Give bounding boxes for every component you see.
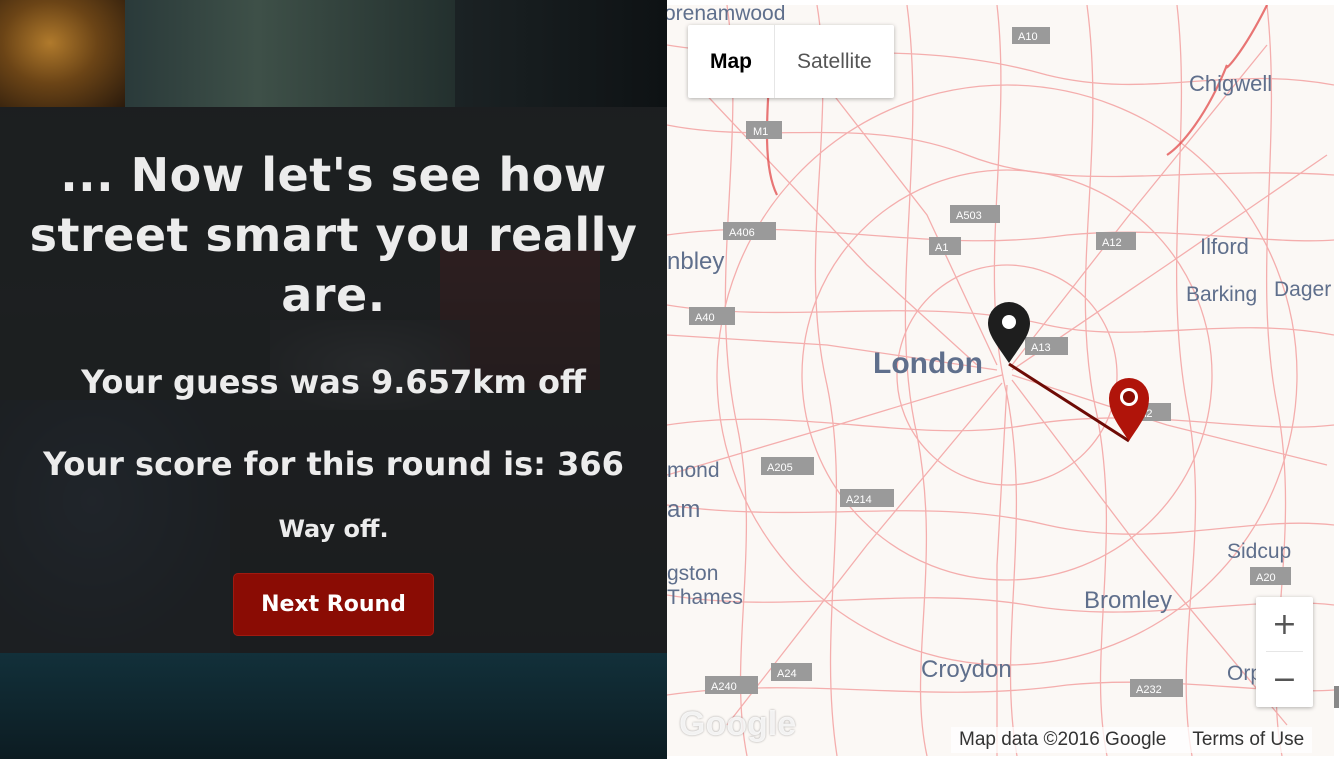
guess-distance-text: Your guess was 9.657km off	[81, 363, 586, 401]
place-label: Bromley	[1084, 587, 1172, 614]
round-score-text: Your score for this round is: 366	[43, 445, 624, 483]
place-label: Croydon	[921, 656, 1012, 683]
google-logo: Google	[679, 705, 797, 743]
actual-location-marker[interactable]	[988, 302, 1030, 363]
road-shield: A232	[1136, 684, 1162, 696]
road-shield: A20	[1256, 572, 1276, 584]
place-label: orenamwood	[667, 5, 785, 25]
road-shield: A214	[846, 494, 872, 506]
map-type-satellite-button[interactable]: Satellite	[775, 25, 894, 98]
map-attribution: Map data ©2016 Google Terms of Use	[951, 727, 1313, 753]
road-shield: A205	[767, 462, 793, 474]
road-shield: A24	[777, 668, 797, 680]
backdrop-building-dark	[455, 0, 667, 107]
place-label: nbley	[667, 248, 724, 275]
zoom-in-button[interactable]: +	[1256, 597, 1313, 651]
zoom-control: + −	[1256, 597, 1313, 707]
map-type-map-button[interactable]: Map	[688, 25, 775, 98]
place-label: mond	[667, 459, 720, 482]
verdict-text: Way off.	[278, 515, 389, 543]
result-panel: ... Now let's see how street smart you r…	[0, 107, 667, 653]
backdrop-building	[125, 0, 455, 107]
next-round-button[interactable]: Next Round	[233, 573, 434, 636]
road-shield: A12	[1102, 237, 1122, 249]
place-label: Chigwell	[1189, 71, 1272, 96]
place-label: Sidcup	[1227, 540, 1291, 563]
road-shield: A40	[695, 312, 715, 324]
backdrop-building-lights	[0, 0, 125, 107]
place-label: gston	[667, 562, 718, 585]
street-view-backdrop: ... Now let's see how street smart you r…	[0, 0, 667, 759]
road-shield: M1	[753, 126, 768, 138]
map-canvas: A10 M1 A503 A406 A1 A12 A40 A13 A2 A205 …	[667, 5, 1334, 756]
place-label: am	[667, 496, 700, 523]
place-label: Dager	[1274, 278, 1331, 301]
result-map[interactable]: A10 M1 A503 A406 A1 A12 A40 A13 A2 A205 …	[667, 5, 1334, 756]
road-shield: A1	[935, 242, 948, 254]
place-label: Barking	[1186, 283, 1257, 306]
result-title: ... Now let's see how street smart you r…	[29, 148, 638, 322]
map-type-control: Map Satellite	[688, 25, 894, 98]
road-shield: A503	[956, 210, 982, 222]
backdrop-street	[0, 653, 667, 759]
road-shield: A406	[729, 227, 755, 239]
road-shield: A10	[1018, 31, 1038, 43]
terms-of-use-link[interactable]: Terms of Use	[1192, 729, 1304, 751]
zoom-out-button[interactable]: −	[1256, 652, 1313, 706]
place-label: Thames	[667, 586, 743, 609]
road-shield: A13	[1031, 342, 1051, 354]
place-label: London	[873, 347, 983, 380]
place-label: Ilford	[1200, 234, 1249, 259]
road-shield: A240	[711, 681, 737, 693]
map-data-credit: Map data ©2016 Google	[959, 729, 1167, 750]
scrollbar-thumb[interactable]	[1334, 686, 1339, 708]
